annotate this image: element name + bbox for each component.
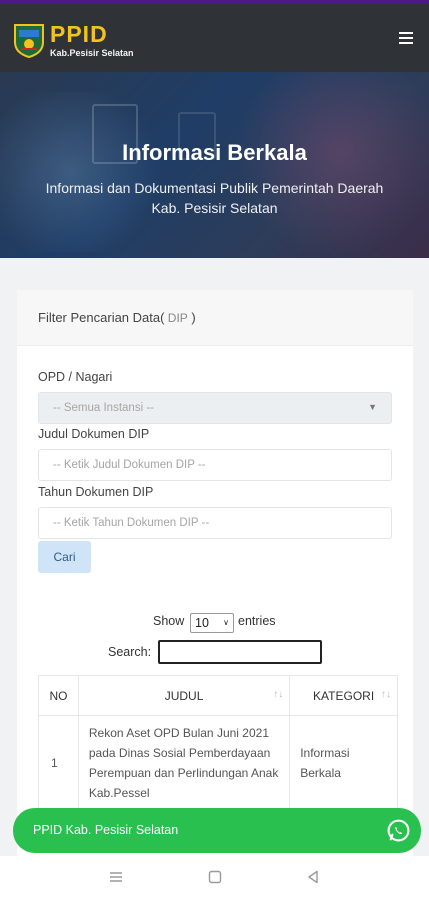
brand-subtitle: Kab.Pesisir Selatan [50, 48, 134, 58]
page-subtitle: Informasi dan Dokumentasi Publik Pemerin… [10, 178, 419, 218]
tahun-placeholder: -- Ketik Tahun Dokumen DIP -- [53, 517, 210, 529]
filter-heading: Filter Pencarian Data( [38, 310, 165, 325]
tahun-input[interactable]: -- Ketik Tahun Dokumen DIP -- [38, 507, 392, 539]
entries-select[interactable]: 10 ∨ [190, 613, 234, 633]
sort-icon[interactable]: ↑↓ [273, 689, 283, 700]
table-header-row: NO JUDUL ↑↓ KATEGORI ↑↓ [38, 675, 398, 716]
regency-emblem-icon[interactable] [12, 22, 46, 58]
recent-apps-icon[interactable] [109, 870, 123, 884]
top-navbar: PPID Kab.Pesisir Selatan [0, 0, 429, 72]
back-icon[interactable] [306, 870, 320, 884]
judul-input[interactable]: -- Ketik Judul Dokumen DIP -- [38, 449, 392, 481]
opd-select-value: -- Semua Instansi -- [53, 402, 154, 414]
opd-label: OPD / Nagari [38, 370, 113, 384]
brand-title[interactable]: PPID [50, 22, 108, 46]
opd-select[interactable]: -- Semua Instansi -- ▼ [38, 392, 392, 424]
whatsapp-label: PPID Kab. Pesisir Selatan [33, 823, 179, 837]
filter-heading-close: ) [187, 310, 196, 325]
search-button[interactable]: Cari [38, 541, 91, 573]
column-header-label: NO [49, 688, 68, 703]
home-icon[interactable] [208, 870, 222, 884]
entries-label: entries [238, 614, 276, 628]
judul-placeholder: -- Ketik Judul Dokumen DIP -- [53, 459, 206, 471]
chevron-down-icon: ∨ [223, 618, 229, 627]
entries-select-value: 10 [195, 616, 209, 630]
column-header-label: KATEGORI [313, 688, 375, 703]
whatsapp-icon [387, 819, 410, 842]
column-header-no[interactable]: NO [38, 675, 79, 716]
column-header-label: JUDUL [164, 688, 204, 703]
column-header-kategori[interactable]: KATEGORI ↑↓ [289, 675, 398, 716]
cell-no: 1 [38, 715, 79, 810]
filter-card-header: Filter Pencarian Data( DIP ) [17, 290, 413, 346]
sort-icon[interactable]: ↑↓ [381, 689, 391, 700]
hero-banner: Informasi Berkala [0, 72, 429, 258]
page-subtitle-line: Informasi dan Dokumentasi Publik Pemerin… [45, 180, 384, 196]
page-title: Informasi Berkala [122, 140, 307, 165]
show-label: Show [153, 614, 185, 628]
column-header-judul[interactable]: JUDUL ↑↓ [77, 675, 291, 716]
tahun-label: Tahun Dokumen DIP [38, 485, 154, 499]
filter-heading-tag: DIP [164, 311, 188, 325]
cell-kategori: Informasi Berkala [289, 715, 398, 810]
table-search-input[interactable] [158, 640, 322, 664]
documents-table: NO JUDUL ↑↓ KATEGORI ↑↓ 1 Rekon Aset OPD B… [38, 675, 398, 810]
hamburger-menu-icon[interactable] [399, 32, 413, 46]
cell-judul[interactable]: Rekon Aset OPD Bulan Juni 2021 pada Dina… [77, 715, 291, 810]
whatsapp-chat-button[interactable]: PPID Kab. Pesisir Selatan [13, 808, 421, 853]
chevron-down-icon: ▼ [368, 402, 377, 412]
table-row[interactable]: 1 Rekon Aset OPD Bulan Juni 2021 pada Di… [38, 715, 398, 810]
system-navigation-bar [0, 856, 429, 900]
table-search-label: Search: [108, 645, 152, 659]
judul-label: Judul Dokumen DIP [38, 427, 150, 441]
page-subtitle-line: Kab. Pesisir Selatan [151, 200, 278, 216]
